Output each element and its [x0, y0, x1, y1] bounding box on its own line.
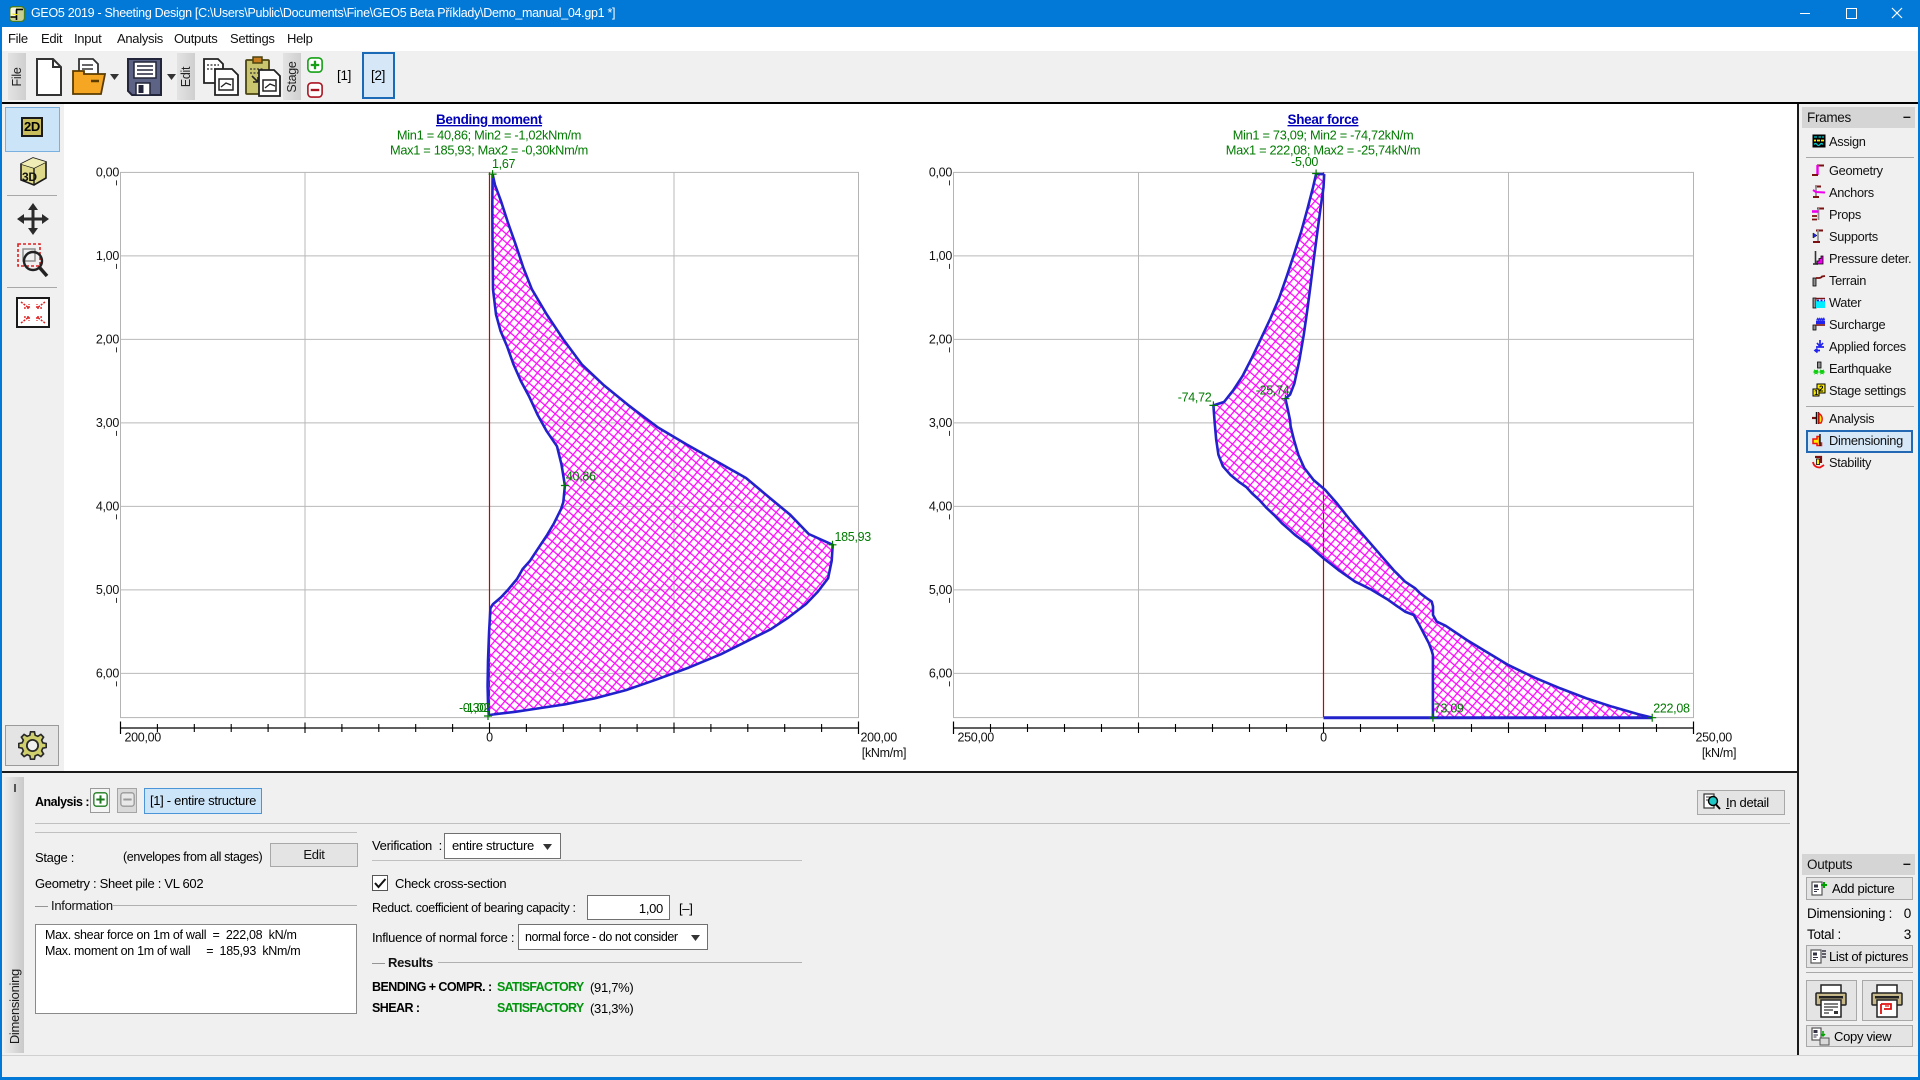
svg-text:Min1 = 40,86; Min2 = -1,02kNm/: Min1 = 40,86; Min2 = -1,02kNm/m	[397, 128, 581, 143]
svg-text:0,00: 0,00	[96, 165, 119, 179]
svg-text:6,00: 6,00	[96, 666, 119, 680]
svg-text:6,00: 6,00	[929, 666, 952, 680]
svg-text:3,00: 3,00	[96, 416, 119, 430]
svg-text:3,00: 3,00	[929, 416, 952, 430]
svg-text:Min1 = 73,09; Min2 = -74,72kN/: Min1 = 73,09; Min2 = -74,72kN/m	[1233, 128, 1414, 143]
svg-text:3D: 3D	[22, 170, 37, 184]
svg-text:0,00: 0,00	[929, 165, 952, 179]
svg-text:[kNm/m]: [kNm/m]	[862, 746, 906, 760]
svg-text:0: 0	[1320, 731, 1327, 745]
svg-text:Bending moment: Bending moment	[436, 112, 543, 127]
svg-text:4,00: 4,00	[929, 499, 952, 513]
svg-text:73,09: 73,09	[1434, 702, 1464, 716]
svg-text:-74,72: -74,72	[1178, 390, 1212, 404]
svg-text:-5,00: -5,00	[1291, 155, 1318, 169]
svg-text:1: 1	[1814, 390, 1818, 397]
svg-text:5,00: 5,00	[929, 583, 952, 597]
svg-text:Max1 = 222,08; Max2 = -25,74kN: Max1 = 222,08; Max2 = -25,74kN/m	[1226, 143, 1421, 158]
svg-text:2,00: 2,00	[929, 332, 952, 346]
svg-text:5,00: 5,00	[96, 583, 119, 597]
svg-text:1,00: 1,00	[96, 249, 119, 263]
svg-text:2,00: 2,00	[96, 332, 119, 346]
svg-text:Max1 = 185,93; Max2 = -0,30kNm: Max1 = 185,93; Max2 = -0,30kNm/m	[390, 143, 588, 158]
svg-text:[kN/m]: [kN/m]	[1702, 746, 1736, 760]
svg-text:0: 0	[486, 731, 493, 745]
svg-text:4,00: 4,00	[96, 499, 119, 513]
svg-text:250,00: 250,00	[958, 731, 995, 745]
svg-text:-25,74: -25,74	[1256, 384, 1290, 398]
svg-text:-0,30: -0,30	[459, 701, 486, 715]
svg-text:222,08: 222,08	[1653, 702, 1690, 716]
svg-text:200,00: 200,00	[861, 731, 898, 745]
svg-text:250,00: 250,00	[1696, 731, 1733, 745]
svg-text:200,00: 200,00	[125, 731, 162, 745]
svg-text:1,00: 1,00	[929, 249, 952, 263]
svg-text:185,93: 185,93	[835, 530, 872, 544]
svg-text:1,67: 1,67	[492, 157, 515, 171]
svg-text:40,86: 40,86	[566, 470, 596, 484]
svg-text:Shear force: Shear force	[1288, 112, 1360, 127]
